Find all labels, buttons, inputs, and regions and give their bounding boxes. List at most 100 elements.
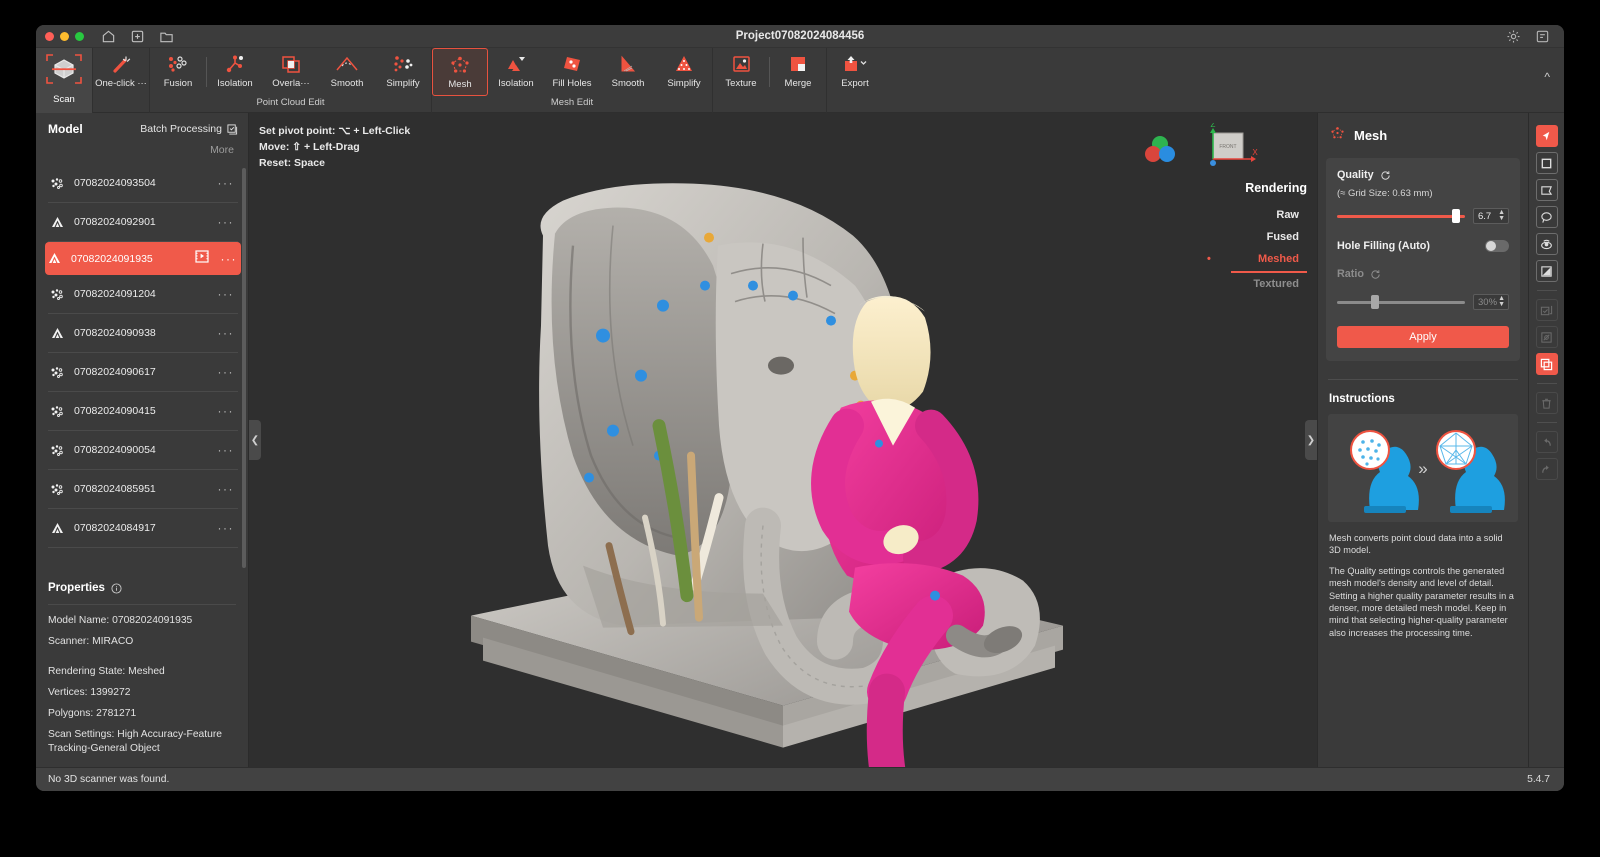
row-menu-button[interactable]: ··· xyxy=(218,176,235,190)
rendering-title: Rendering xyxy=(1245,181,1307,195)
point-cloud-icon xyxy=(51,288,63,300)
render-state-raw[interactable]: Raw xyxy=(1187,204,1307,226)
3d-model-render[interactable] xyxy=(463,126,1103,767)
window-controls[interactable] xyxy=(45,31,84,41)
stepper-arrows[interactable]: ▲ ▼ xyxy=(1498,209,1505,222)
ribbon-button-mesh[interactable]: Mesh xyxy=(432,48,488,96)
ribbon-button-merge[interactable]: Merge xyxy=(770,48,826,96)
list-item[interactable]: 07082024093504 ··· xyxy=(48,164,238,203)
ribbon-button-one-click[interactable]: One-click ··· xyxy=(93,48,149,96)
folder-icon[interactable] xyxy=(159,29,174,44)
ribbon-button-simplify-mesh[interactable]: Simplify xyxy=(656,48,712,96)
row-menu-button[interactable]: ··· xyxy=(218,326,235,340)
list-item[interactable]: 07082024090415 ··· xyxy=(48,392,238,431)
properties-section: Properties Model Name: 07082024091935 Sc… xyxy=(36,570,248,763)
point-cloud-icon xyxy=(51,483,63,495)
list-item-selected[interactable]: 07082024091935 ··· xyxy=(45,242,241,275)
ratio-value-box: 30% ▲ ▼ xyxy=(1473,294,1509,310)
mesh-triangle-icon xyxy=(52,522,63,533)
ribbon-overlap-label: Overla··· xyxy=(272,78,310,89)
ribbon-button-overlap[interactable]: Overla··· xyxy=(263,48,319,96)
ribbon-button-smooth-pc[interactable]: Smooth xyxy=(319,48,375,96)
axis-orientation-gizmo[interactable]: FRONT Z X xyxy=(1189,123,1259,178)
duplicate-layers-icon[interactable] xyxy=(1535,353,1558,375)
lasso-select-icon[interactable] xyxy=(1535,206,1558,228)
ratio-slider xyxy=(1337,295,1465,309)
render-state-fused[interactable]: Fused xyxy=(1187,226,1307,248)
reset-circular-icon[interactable] xyxy=(1380,170,1391,181)
property-model-name: Model Name: 07082024091935 xyxy=(48,614,236,628)
ribbon-button-isolation-mesh[interactable]: Isolation xyxy=(488,48,544,96)
chevron-up-icon[interactable]: ^ xyxy=(1544,70,1550,84)
arrow-label: » xyxy=(1418,459,1427,478)
bust-pointcloud xyxy=(1350,430,1419,513)
ribbon-button-simplify-pc[interactable]: Simplify xyxy=(375,48,431,96)
row-menu-button[interactable]: ··· xyxy=(218,521,235,535)
add-icon[interactable] xyxy=(130,29,145,44)
ribbon-simplify-pc-label: Simplify xyxy=(386,78,420,89)
quality-value-box[interactable]: 6.7 ▲ ▼ xyxy=(1473,208,1509,224)
render-state-meshed[interactable]: Meshed xyxy=(1187,248,1307,270)
row-menu-button[interactable]: ··· xyxy=(218,443,235,457)
ribbon-simplify-mesh-label: Simplify xyxy=(667,78,701,89)
3d-viewport[interactable]: Set pivot point: ⌥ + Left-Click Move: ⇧ … xyxy=(249,113,1317,767)
property-value: 07082024091935 xyxy=(112,615,193,626)
more-link[interactable]: More xyxy=(210,144,234,156)
overlap-icon xyxy=(279,52,303,75)
close-window-button[interactable] xyxy=(45,31,54,41)
minimize-window-button[interactable] xyxy=(60,31,69,41)
list-item[interactable]: 07082024091204 ··· xyxy=(48,275,238,314)
list-item[interactable]: 07082024090938 ··· xyxy=(48,314,238,353)
apply-button[interactable]: Apply xyxy=(1337,326,1509,348)
model-list-scrollbar[interactable] xyxy=(242,168,246,568)
quality-slider[interactable] xyxy=(1337,209,1465,223)
color-mode-icon[interactable] xyxy=(1143,135,1177,165)
through-select-icon[interactable] xyxy=(1535,233,1558,255)
maximize-window-button[interactable] xyxy=(75,31,84,41)
info-icon[interactable] xyxy=(111,582,122,594)
chevron-left-icon[interactable]: ❮ xyxy=(249,420,261,460)
quality-slider-knob[interactable] xyxy=(1452,209,1461,223)
point-fusion-icon xyxy=(166,52,190,75)
row-menu-button[interactable]: ··· xyxy=(218,482,235,496)
row-menu-button[interactable]: ··· xyxy=(218,215,235,229)
polygon-select-icon[interactable] xyxy=(1535,179,1558,201)
contrast-shade-icon[interactable] xyxy=(1535,260,1558,282)
ribbon-button-isolation-pc[interactable]: Isolation xyxy=(207,48,263,96)
model-name: 07082024090415 xyxy=(74,405,156,417)
row-menu-button[interactable]: ··· xyxy=(221,252,238,266)
hole-filling-toggle[interactable] xyxy=(1485,240,1509,252)
ribbon-caption-oneclick xyxy=(93,96,149,112)
chevron-right-icon[interactable]: ❯ xyxy=(1305,420,1317,460)
ribbon-button-texture[interactable]: Texture xyxy=(713,48,769,96)
note-icon[interactable] xyxy=(1535,29,1550,44)
list-item[interactable]: 07082024090054 ··· xyxy=(48,431,238,470)
row-menu-button[interactable]: ··· xyxy=(218,365,235,379)
ribbon-one-click-label: One-click ··· xyxy=(95,78,147,89)
row-menu-button[interactable]: ··· xyxy=(218,287,235,301)
list-item[interactable]: 07082024092901 ··· xyxy=(48,203,238,242)
redo-arrow-icon xyxy=(1535,458,1558,480)
home-icon[interactable] xyxy=(101,29,116,44)
ribbon-button-scan[interactable]: Scan xyxy=(36,48,92,113)
video-frame-icon[interactable] xyxy=(194,249,209,268)
gear-icon[interactable] xyxy=(1506,29,1521,44)
ribbon-button-fusion[interactable]: Fusion xyxy=(150,48,206,96)
batch-processing-button[interactable]: Batch Processing xyxy=(140,123,238,135)
model-name: 07082024085951 xyxy=(74,483,156,495)
cursor-select-icon[interactable] xyxy=(1535,125,1558,147)
row-menu-button[interactable]: ··· xyxy=(218,404,235,418)
model-list[interactable]: 07082024093504 ··· 07082024092901 ··· 07… xyxy=(36,164,248,570)
list-item[interactable]: 07082024090617 ··· xyxy=(48,353,238,392)
list-item[interactable]: 07082024085951 ··· xyxy=(48,470,238,509)
pointcloud-to-mesh-diagram: » xyxy=(1328,414,1518,522)
ribbon-button-export[interactable]: Export xyxy=(827,48,883,96)
status-message: No 3D scanner was found. xyxy=(48,774,170,785)
list-item[interactable]: 07082024084917 ··· xyxy=(48,509,238,548)
tool-rail xyxy=(1528,113,1564,767)
ribbon-button-fill-holes[interactable]: Fill Holes xyxy=(544,48,600,96)
rect-select-icon[interactable] xyxy=(1535,152,1558,174)
ribbon-button-smooth-mesh[interactable]: Smooth xyxy=(600,48,656,96)
property-value: 1399272 xyxy=(90,687,131,698)
ribbon-smooth-mesh-label: Smooth xyxy=(611,78,645,89)
